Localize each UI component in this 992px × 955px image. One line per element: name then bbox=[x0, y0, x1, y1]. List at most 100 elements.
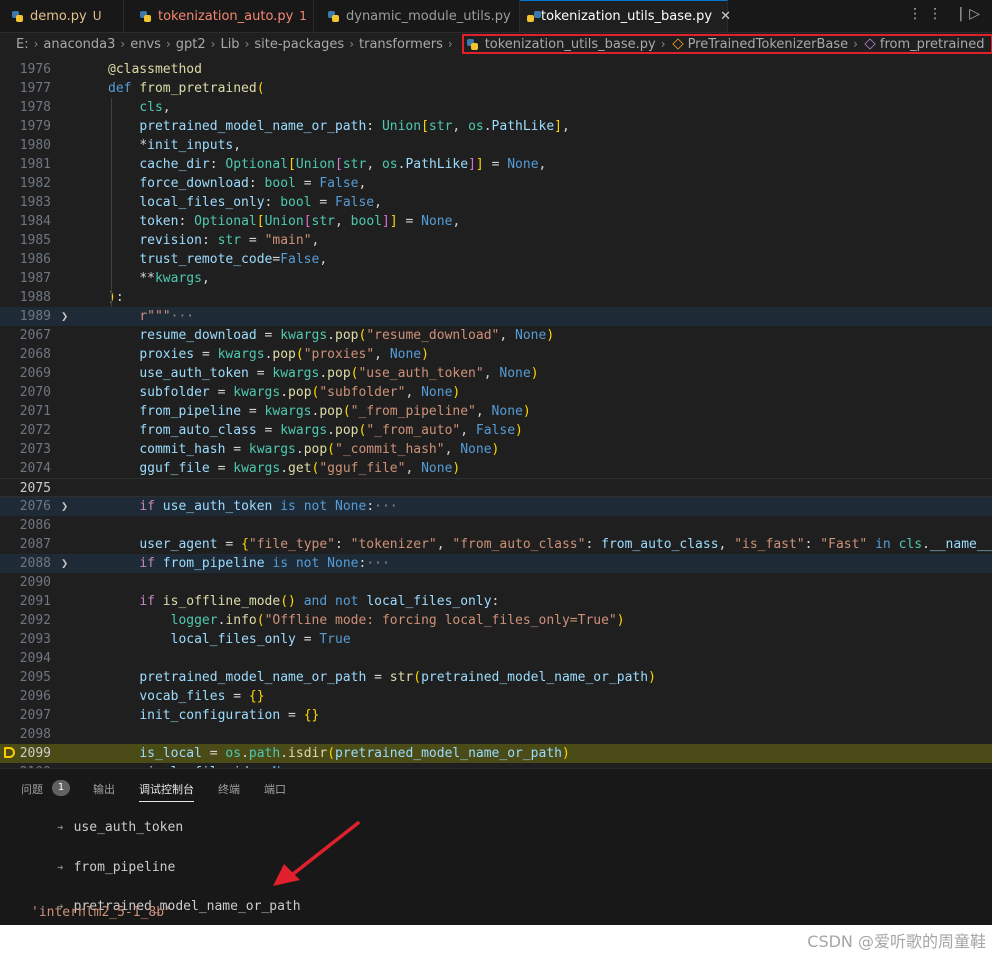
code-line[interactable]: 2070 subfolder = kwargs.pop("subfolder",… bbox=[0, 383, 992, 402]
code-line[interactable]: 2068 proxies = kwargs.pop("proxies", Non… bbox=[0, 345, 992, 364]
breadcrumb-item[interactable]: transformers bbox=[359, 37, 443, 52]
code-line[interactable]: 2094 bbox=[0, 649, 992, 668]
line-number: 1986 bbox=[19, 252, 51, 267]
code-line[interactable]: 1980 *init_inputs, bbox=[0, 136, 992, 155]
chevron-right-icon: › bbox=[447, 37, 453, 51]
code-line[interactable]: 2069 use_auth_token = kwargs.pop("use_au… bbox=[0, 364, 992, 383]
code-editor[interactable]: 1976 @classmethod 1977 def from_pretrained(… bbox=[0, 60, 992, 768]
breadcrumb-item[interactable]: Lib bbox=[220, 37, 239, 52]
breadcrumb-item[interactable]: site-packages bbox=[254, 37, 344, 52]
code-text: def from_pretrained( bbox=[108, 81, 265, 96]
breadcrumb-item[interactable]: envs bbox=[130, 37, 161, 52]
code-text: local_files_only = True bbox=[170, 632, 351, 647]
console-entry: ➔ use_auth_token bbox=[10, 805, 183, 850]
close-icon[interactable]: ✕ bbox=[720, 9, 731, 24]
chevron-right-icon: › bbox=[33, 37, 39, 51]
line-number: 2088 bbox=[19, 556, 51, 571]
breadcrumb-item[interactable]: gpt2 bbox=[176, 37, 206, 52]
code-line[interactable]: 1977 def from_pretrained( bbox=[0, 79, 992, 98]
code-text: logger.info("Offline mode: forcing local… bbox=[170, 613, 625, 628]
code-line[interactable]: 1984 token: Optional[Union[str, bool]] =… bbox=[0, 212, 992, 231]
code-line[interactable]: 2097 init_configuration = {} bbox=[0, 706, 992, 725]
code-line[interactable]: 1989 ❯ r"""··· bbox=[0, 307, 992, 326]
code-text: gguf_file = kwargs.get("gguf_file", None… bbox=[139, 461, 461, 476]
breadcrumb-file[interactable]: tokenization_utils_base.py bbox=[485, 37, 656, 52]
tab-output[interactable]: 输出 bbox=[93, 781, 115, 797]
tab-ports[interactable]: 端口 bbox=[264, 781, 286, 797]
code-line[interactable]: 2067 resume_download = kwargs.pop("resum… bbox=[0, 326, 992, 345]
code-line[interactable]: 2090 bbox=[0, 573, 992, 592]
fold-chevron-icon[interactable]: ❯ bbox=[61, 497, 68, 516]
code-line[interactable]: 1982 force_download: bool = False, bbox=[0, 174, 992, 193]
code-line[interactable]: 2075 bbox=[0, 478, 992, 497]
code-line[interactable]: 2074 gguf_file = kwargs.get("gguf_file",… bbox=[0, 459, 992, 478]
code-line[interactable]: 2073 commit_hash = kwargs.pop("_commit_h… bbox=[0, 440, 992, 459]
code-line[interactable]: 2076 ❯ if use_auth_token is not None:··· bbox=[0, 497, 992, 516]
line-number: 1982 bbox=[19, 176, 51, 191]
breadcrumb-method[interactable]: from_pretrained bbox=[880, 37, 985, 52]
code-line[interactable]: 1988): bbox=[0, 288, 992, 307]
watermark: CSDN @爱听歌的周童鞋 bbox=[807, 932, 986, 951]
tab-problems[interactable]: 问题 bbox=[21, 781, 43, 797]
line-number: 2076 bbox=[19, 499, 51, 514]
code-text: token: Optional[Union[str, bool]] = None… bbox=[139, 214, 461, 229]
code-line[interactable]: 1976 @classmethod bbox=[0, 60, 992, 79]
editor-actions-icon[interactable]: ⋮⋮ |▷ bbox=[908, 6, 986, 22]
tab-tokenization-auto[interactable]: tokenization_auto.py 1 bbox=[124, 0, 314, 32]
code-line[interactable]: 2095 pretrained_model_name_or_path = str… bbox=[0, 668, 992, 687]
code-line[interactable]: 1978 cls, bbox=[0, 98, 992, 117]
line-number: 2075 bbox=[19, 481, 51, 496]
chevron-right-icon: › bbox=[165, 37, 171, 51]
indent-guide bbox=[111, 98, 112, 307]
editor-tab-bar: demo.py U tokenization_auto.py 1 dynamic… bbox=[0, 0, 992, 33]
code-line[interactable]: 2092 logger.info("Offline mode: forcing … bbox=[0, 611, 992, 630]
console-expression: from_pipeline bbox=[73, 860, 176, 875]
code-line[interactable]: 2088 ❯ if from_pipeline is not None:··· bbox=[0, 554, 992, 573]
line-number: 1981 bbox=[19, 157, 51, 172]
code-line[interactable]: 1983 local_files_only: bool = False, bbox=[0, 193, 992, 212]
code-line[interactable]: 1985 revision: str = "main", bbox=[0, 231, 992, 250]
console-result: 'internlm2_5-1_8b' bbox=[31, 905, 172, 920]
debug-current-line-icon[interactable] bbox=[4, 747, 15, 758]
code-line[interactable]: 2096 vocab_files = {} bbox=[0, 687, 992, 706]
line-number: 2071 bbox=[19, 404, 51, 419]
code-line[interactable]: 2099 is_local = os.path.isdir(pretrained… bbox=[0, 744, 992, 763]
line-number: 1987 bbox=[19, 271, 51, 286]
code-line[interactable]: 2071 from_pipeline = kwargs.pop("_from_p… bbox=[0, 402, 992, 421]
breadcrumb-class[interactable]: PreTrainedTokenizerBase bbox=[688, 37, 849, 52]
code-line[interactable]: 2091 if is_offline_mode() and not local_… bbox=[0, 592, 992, 611]
line-number: 2067 bbox=[19, 328, 51, 343]
tab-tokenization-utils-base[interactable]: tokenization_utils_base.py ✕ bbox=[520, 0, 731, 32]
console-input-arrow-icon: ➔ bbox=[56, 861, 64, 874]
line-number: 2090 bbox=[19, 575, 51, 590]
code-line[interactable]: 1986 trust_remote_code=False, bbox=[0, 250, 992, 269]
python-file-icon bbox=[466, 38, 478, 50]
code-line[interactable]: 2093 local_files_only = True bbox=[0, 630, 992, 649]
tab-demo[interactable]: demo.py U bbox=[0, 0, 124, 32]
code-line[interactable]: 1981 cache_dir: Optional[Union[str, os.P… bbox=[0, 155, 992, 174]
fold-chevron-icon[interactable]: ❯ bbox=[61, 307, 68, 326]
code-line[interactable]: 1979 pretrained_model_name_or_path: Unio… bbox=[0, 117, 992, 136]
line-number: 2091 bbox=[19, 594, 51, 609]
code-line[interactable]: 2087 user_agent = {"file_type": "tokeniz… bbox=[0, 535, 992, 554]
chevron-right-icon: › bbox=[349, 37, 355, 51]
tab-debug-console[interactable]: 调试控制台 bbox=[139, 781, 194, 802]
breadcrumb-item[interactable]: E: bbox=[16, 37, 29, 52]
line-number: 2094 bbox=[19, 651, 51, 666]
code-line[interactable]: 1987 **kwargs, bbox=[0, 269, 992, 288]
problems-count-badge: 1 bbox=[52, 780, 70, 796]
code-line[interactable]: 2086 bbox=[0, 516, 992, 535]
code-text: cls, bbox=[139, 100, 171, 115]
tab-badge: U bbox=[92, 9, 102, 23]
tab-terminal[interactable]: 终端 bbox=[218, 781, 240, 797]
code-text: commit_hash = kwargs.pop("_commit_hash",… bbox=[139, 442, 500, 457]
tab-dynamic-module-utils[interactable]: dynamic_module_utils.py bbox=[314, 0, 520, 32]
code-line[interactable]: 2098 bbox=[0, 725, 992, 744]
fold-chevron-icon[interactable]: ❯ bbox=[61, 554, 68, 573]
method-symbol-icon bbox=[864, 38, 876, 50]
breadcrumb-item[interactable]: anaconda3 bbox=[43, 37, 115, 52]
code-line[interactable]: 2072 from_auto_class = kwargs.pop("_from… bbox=[0, 421, 992, 440]
chevron-right-icon: › bbox=[120, 37, 126, 51]
code-text: if is_offline_mode() and not local_files… bbox=[139, 594, 500, 609]
bottom-panel: 问题 1 输出 调试控制台 终端 端口 ➔ use_auth_token ➔ fro… bbox=[0, 768, 992, 925]
